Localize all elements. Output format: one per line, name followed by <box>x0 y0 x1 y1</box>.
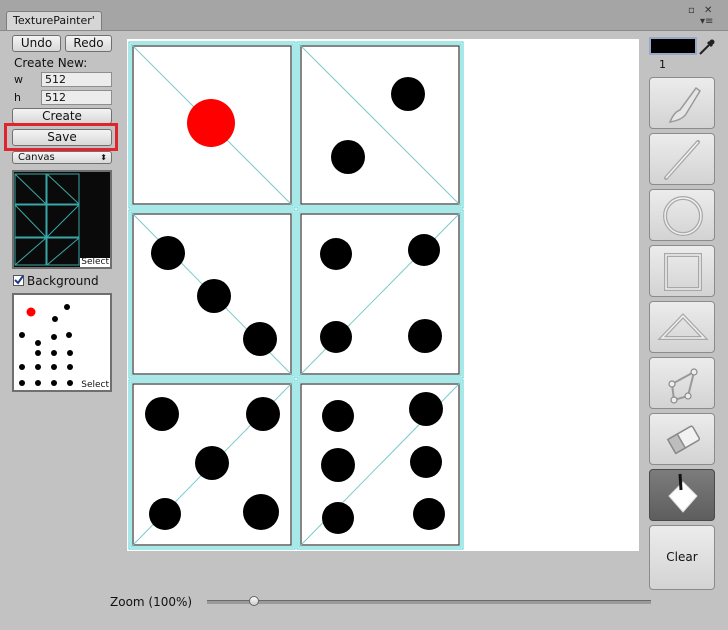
canvas-thumbnail-preview <box>14 173 80 266</box>
height-label: h <box>14 91 21 104</box>
background-select-button[interactable]: Select <box>80 381 110 390</box>
undo-button[interactable]: Undo <box>12 35 61 52</box>
triangle-tool-button[interactable] <box>649 301 715 353</box>
color-swatch[interactable] <box>649 37 697 55</box>
fill-tool-button[interactable] <box>649 469 715 521</box>
polyline-tool-button[interactable] <box>649 357 715 409</box>
background-checkbox[interactable] <box>13 275 24 286</box>
tab-texturepainter[interactable]: TexturePainter' <box>6 11 102 30</box>
redo-button[interactable]: Redo <box>65 35 112 52</box>
create-button[interactable]: Create <box>12 108 112 124</box>
tab-bar: TexturePainter' ▫ ✕ ▾≡ <box>0 0 728 31</box>
clear-button[interactable]: Clear <box>649 525 715 590</box>
brush-icon <box>668 86 701 123</box>
painting-canvas[interactable] <box>127 39 639 551</box>
width-label: w <box>14 73 23 86</box>
eraser-tool-button[interactable] <box>649 413 715 465</box>
menu-icon[interactable]: ▾≡ <box>700 17 713 27</box>
circle-icon <box>663 196 703 236</box>
zoom-slider-thumb[interactable] <box>249 596 259 606</box>
eraser-icon <box>666 425 701 455</box>
line-tool-button[interactable] <box>649 133 715 185</box>
layer-dropdown-value: Canvas <box>18 152 55 163</box>
canvas-thumbnail[interactable]: Select <box>12 170 112 269</box>
zoom-slider-track[interactable] <box>207 600 651 604</box>
dropdown-arrows-icon: ⬍ <box>100 153 107 162</box>
fill-bucket-icon <box>668 473 698 513</box>
brush-tool-button[interactable] <box>649 77 715 129</box>
background-thumbnail-preview <box>19 304 73 386</box>
save-highlight-box <box>4 123 118 151</box>
brush-size-value: 1 <box>659 58 666 71</box>
background-label: Background <box>27 274 99 288</box>
polyline-icon <box>668 368 698 404</box>
layer-dropdown[interactable]: Canvas ⬍ <box>12 151 112 164</box>
canvas-select-button[interactable]: Select <box>80 258 110 267</box>
circle-tool-button[interactable] <box>649 189 715 241</box>
height-field[interactable]: 512 <box>41 90 112 105</box>
background-thumbnail[interactable]: Select <box>12 293 112 392</box>
canvas-drawing <box>128 41 464 550</box>
triangle-icon <box>657 313 709 340</box>
zoom-label: Zoom (100%) <box>110 595 193 609</box>
checkmark-icon <box>14 275 24 285</box>
rectangle-tool-button[interactable] <box>649 245 715 297</box>
clear-label: Clear <box>666 550 698 564</box>
eyedropper-icon[interactable] <box>698 38 716 56</box>
create-new-title: Create New: <box>14 56 88 70</box>
width-field[interactable]: 512 <box>41 72 112 87</box>
rectangle-icon <box>664 253 702 291</box>
line-icon <box>664 140 700 180</box>
maximize-icon[interactable]: ▫ <box>688 6 695 16</box>
close-icon[interactable]: ✕ <box>704 6 712 16</box>
